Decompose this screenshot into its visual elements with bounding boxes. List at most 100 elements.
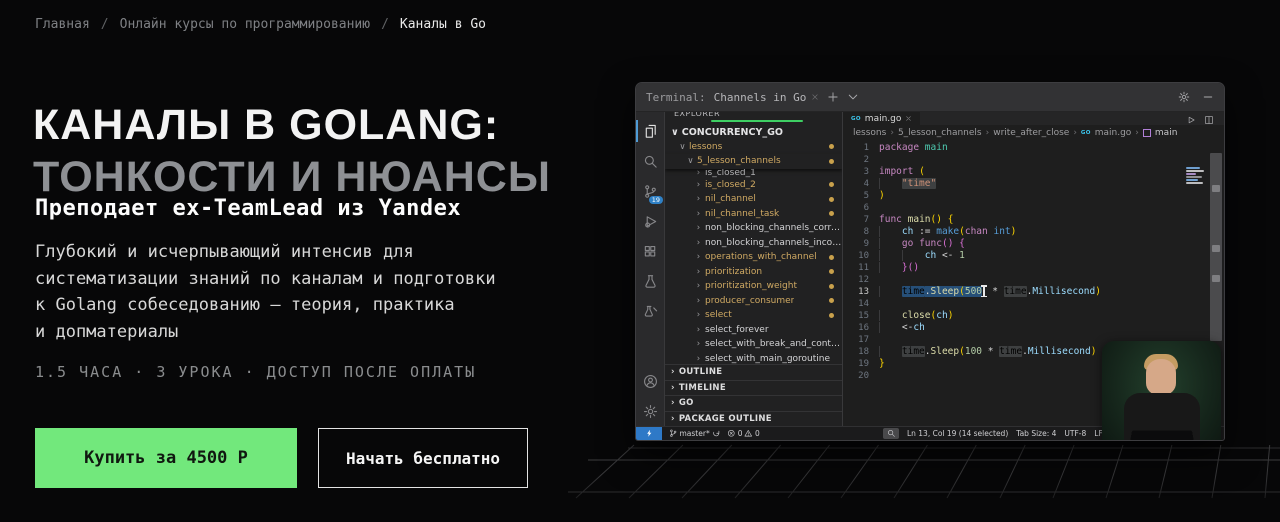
tree-item-label: select_with_main_goroutine bbox=[705, 354, 830, 364]
git-branch-status[interactable]: master* bbox=[669, 429, 720, 438]
explorer-header: EXPLORER bbox=[665, 112, 842, 125]
code-line[interactable]: 9 go func() { bbox=[843, 238, 1224, 250]
tree-item-is_closed_2[interactable]: ›is_closed_2 bbox=[665, 178, 842, 193]
close-icon[interactable] bbox=[905, 115, 912, 122]
zoom-indicator[interactable] bbox=[883, 428, 899, 439]
cursor-position[interactable]: Ln 13, Col 19 (14 selected) bbox=[907, 429, 1008, 438]
line-number: 7 bbox=[843, 214, 879, 226]
tree-item-select_with_main_goroutine[interactable]: ›select_with_main_goroutine bbox=[665, 352, 842, 365]
workspace-root-folder[interactable]: ∨ CONCURRENCY_GO bbox=[665, 125, 842, 140]
tree-item-prioritization_weight[interactable]: ›prioritization_weight bbox=[665, 279, 842, 294]
tab-size[interactable]: Tab Size: 4 bbox=[1016, 429, 1056, 438]
line-number: 10 bbox=[843, 250, 879, 262]
description-line: к Golang собеседованию — теория, практик… bbox=[35, 292, 496, 319]
vscode-window: Terminal: Channels in Go 19 bbox=[635, 82, 1225, 441]
gear-icon[interactable] bbox=[1178, 91, 1190, 103]
line-number: 3 bbox=[843, 166, 879, 178]
testing-activity-button[interactable] bbox=[636, 266, 664, 296]
crumb-folder[interactable]: write_after_close bbox=[993, 128, 1069, 138]
code-line[interactable]: 3import ( bbox=[843, 166, 1224, 178]
source-control-activity-button[interactable]: 19 bbox=[636, 176, 664, 206]
breadcrumb-home[interactable]: Главная bbox=[35, 17, 90, 32]
line-number: 8 bbox=[843, 226, 879, 238]
code-line[interactable]: 8 ch := make(chan int) bbox=[843, 226, 1224, 238]
code-line[interactable]: 16 <-ch bbox=[843, 322, 1224, 334]
gear-icon bbox=[643, 404, 658, 419]
crumb-lessons[interactable]: lessons bbox=[853, 128, 886, 138]
chevron-right-icon: › bbox=[695, 354, 702, 364]
close-icon[interactable] bbox=[811, 93, 819, 101]
code-line[interactable]: 7func main() { bbox=[843, 214, 1224, 226]
tree-item-operations_with_channel[interactable]: ›operations_with_channel bbox=[665, 250, 842, 265]
run-debug-icon bbox=[643, 214, 658, 229]
run-debug-activity-button[interactable] bbox=[636, 206, 664, 236]
tree-item-producer_consumer[interactable]: ›producer_consumer bbox=[665, 294, 842, 309]
code-line[interactable]: 5) bbox=[843, 190, 1224, 202]
terminal-tab[interactable]: Channels in Go bbox=[714, 91, 820, 104]
minimap[interactable] bbox=[1186, 167, 1208, 185]
buy-button[interactable]: Купить за 4500 Р bbox=[35, 428, 297, 488]
modified-dot-icon bbox=[829, 211, 834, 216]
start-free-button[interactable]: Начать бесплатно bbox=[318, 428, 528, 488]
tree-item-prioritization[interactable]: ›prioritization bbox=[665, 265, 842, 280]
chevron-down-icon[interactable] bbox=[847, 91, 859, 103]
code-line[interactable]: 10 ch <- 1 bbox=[843, 250, 1224, 262]
tree-item-is_closed_1[interactable]: ›is_closed_1 bbox=[665, 169, 842, 178]
code-line[interactable]: 6 bbox=[843, 202, 1224, 214]
tree-item-label: select bbox=[705, 310, 732, 320]
code-line[interactable]: 4 "time" bbox=[843, 178, 1224, 190]
sidebar-section-go[interactable]: ›GO bbox=[665, 395, 842, 411]
settings-button[interactable] bbox=[636, 396, 664, 426]
modified-dot-icon bbox=[829, 197, 834, 202]
minimize-icon[interactable] bbox=[1202, 91, 1214, 103]
account-button[interactable] bbox=[636, 366, 664, 396]
sidebar-section-timeline[interactable]: ›TIMELINE bbox=[665, 380, 842, 396]
code-line[interactable]: 13 time.Sleep(500 * time.Millisecond) bbox=[843, 286, 1224, 298]
tree-item-label: is_closed_2 bbox=[705, 180, 756, 190]
editor-tab-label: main.go bbox=[865, 114, 902, 124]
tree-item-select_with_break_and_continue[interactable]: ›select_with_break_and_continue bbox=[665, 337, 842, 352]
title-line-2: ТОНКОСТИ И НЮАНСЫ bbox=[33, 151, 551, 203]
tree-item-nil_channel_task[interactable]: ›nil_channel_task bbox=[665, 207, 842, 222]
crumb-symbol[interactable]: main bbox=[1155, 128, 1178, 138]
go-file-icon: GO bbox=[851, 116, 861, 122]
code-line[interactable]: 12 bbox=[843, 274, 1224, 286]
explorer-activity-button[interactable] bbox=[636, 116, 664, 146]
sidebar-section-outline[interactable]: ›OUTLINE bbox=[665, 364, 842, 380]
problems-status[interactable]: 0 0 bbox=[727, 429, 760, 438]
code-text: }() bbox=[879, 262, 919, 274]
encoding[interactable]: UTF-8 bbox=[1064, 429, 1086, 438]
new-terminal-icon[interactable] bbox=[827, 91, 839, 103]
breadcrumb-courses[interactable]: Онлайн курсы по программированию bbox=[120, 17, 370, 32]
tree-item-select_forever[interactable]: ›select_forever bbox=[665, 323, 842, 338]
remote-indicator[interactable] bbox=[636, 427, 662, 440]
run-file-icon[interactable] bbox=[1186, 115, 1196, 125]
breadcrumb-separator: / bbox=[101, 17, 109, 32]
editor-tab-maingo[interactable]: GO main.go bbox=[843, 112, 920, 125]
line-number: 16 bbox=[843, 322, 879, 334]
tree-item-nil_channel[interactable]: ›nil_channel bbox=[665, 192, 842, 207]
code-line[interactable]: 1package main bbox=[843, 142, 1224, 154]
tree-item-non_blocking_channels_incorrect[interactable]: ›non_blocking_channels_incorrect bbox=[665, 236, 842, 251]
test-adapter-activity-button[interactable] bbox=[636, 296, 664, 326]
code-line[interactable]: 15 close(ch) bbox=[843, 310, 1224, 322]
extensions-activity-button[interactable] bbox=[636, 236, 664, 266]
search-activity-button[interactable] bbox=[636, 146, 664, 176]
split-editor-icon[interactable] bbox=[1204, 115, 1214, 125]
editor-scrollbar[interactable] bbox=[1210, 153, 1222, 341]
code-line[interactable]: 11 }() bbox=[843, 262, 1224, 274]
files-icon bbox=[643, 124, 658, 139]
tree-item-lessons[interactable]: ∨lessons bbox=[665, 140, 842, 155]
course-meta: 1.5 ЧАСА · 3 УРОКА · ДОСТУП ПОСЛЕ ОПЛАТЫ bbox=[35, 363, 476, 381]
tree-item-non_blocking_channels_correct[interactable]: ›non_blocking_channels_correct bbox=[665, 221, 842, 236]
code-line[interactable]: 14 bbox=[843, 298, 1224, 310]
tree-item-label: 5_lesson_channels bbox=[697, 156, 781, 166]
code-line[interactable]: 2 bbox=[843, 154, 1224, 166]
crumb-folder[interactable]: 5_lesson_channels bbox=[898, 128, 982, 138]
tree-item-5_lesson_channels[interactable]: ∨5_lesson_channels bbox=[665, 154, 842, 169]
crumb-file[interactable]: main.go bbox=[1095, 128, 1132, 138]
sidebar-section-package-outline[interactable]: ›PACKAGE OUTLINE bbox=[665, 411, 842, 427]
tree-item-select[interactable]: ›select bbox=[665, 308, 842, 323]
line-number: 18 bbox=[843, 346, 879, 358]
line-number: 12 bbox=[843, 274, 879, 286]
